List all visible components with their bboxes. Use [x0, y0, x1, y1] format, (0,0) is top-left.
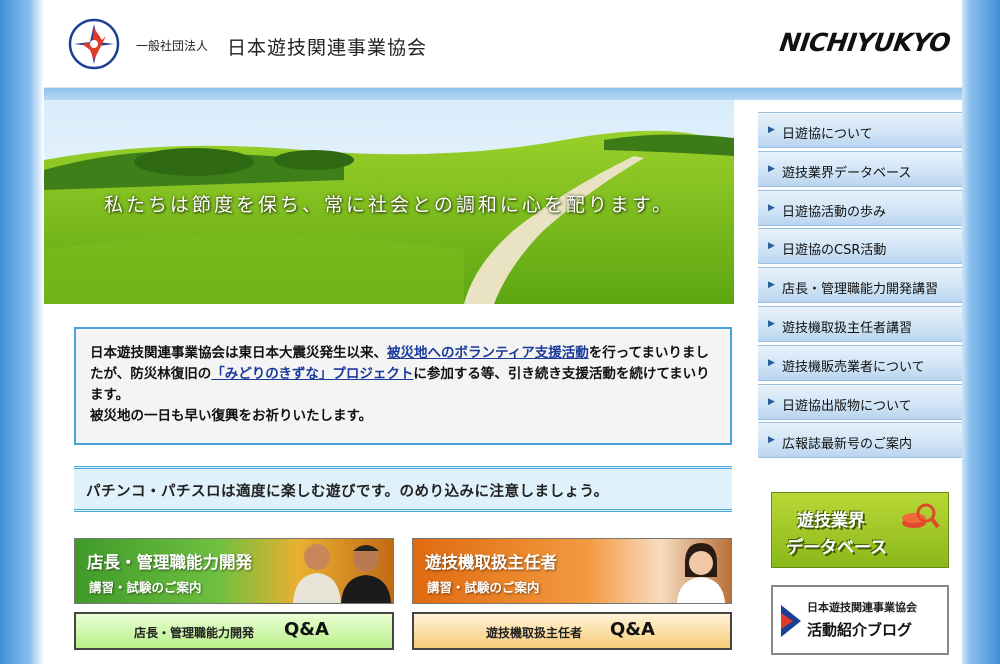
- sidebar-item-label: 遊技業界データベース: [782, 165, 912, 181]
- hero-image: 私たちは節度を保ち、常に社会との調和に心を配ります。: [44, 100, 734, 304]
- sidebar-item-label: 日遊協出版物について: [782, 398, 912, 414]
- manager-course-title: 店長・管理職能力開発: [87, 553, 252, 572]
- sidebar-item-publications[interactable]: ▶ 日遊協出版物について: [758, 383, 962, 420]
- midori-kizuna-link[interactable]: 「みどりのきずな」プロジェクト: [211, 366, 413, 382]
- play-responsibly-bar: パチンコ・パチスロは適度に楽しむ遊びです。のめり込みに注意しましょう。: [74, 466, 732, 512]
- sidebar-item-label: 店長・管理職能力開発講習: [782, 282, 939, 298]
- database-banner-line2: データベース: [786, 538, 888, 558]
- org-prefix: 一般社団法人: [136, 39, 209, 53]
- chief-course-sub: 講習・試験のご案内: [427, 580, 540, 595]
- arrow-right-icon: ▶: [768, 396, 775, 407]
- sidebar-item-label: 遊技機販売業者について: [782, 359, 925, 375]
- chief-qa-mark: Q&A: [610, 619, 655, 640]
- notice-box: 日本遊技関連事業協会は東日本大震災発生以来、被災地へのボランティア支援活動を行っ…: [74, 327, 732, 445]
- arrow-right-icon: ▶: [768, 357, 775, 368]
- sidebar-item-database[interactable]: ▶ 遊技業界データベース: [758, 150, 962, 187]
- sidebar-item-newsletter[interactable]: ▶ 広報誌最新号のご案内: [758, 422, 962, 459]
- chief-course-title: 遊技機取扱主任者: [425, 553, 557, 572]
- chief-qa-label: 遊技機取扱主任者: [486, 626, 583, 640]
- sidebar-item-manager-course[interactable]: ▶ 店長・管理職能力開発講習: [758, 267, 962, 304]
- manager-course-sub: 講習・試験のご案内: [89, 580, 202, 595]
- sidebar-item-label: 日遊協のCSR活動: [782, 243, 887, 259]
- sidebar-item-label: 遊技機取扱主任者講習: [782, 320, 913, 336]
- sidebar-item-chief-course[interactable]: ▶ 遊技機取扱主任者講習: [758, 305, 962, 342]
- sidebar-item-label: 日遊協について: [782, 127, 873, 142]
- sidebar-item-about[interactable]: ▶ 日遊協について: [758, 112, 962, 148]
- arrow-right-icon: ▶: [768, 202, 775, 213]
- sidebar-item-label: 日遊協活動の歩み: [782, 204, 887, 220]
- activity-blog-banner[interactable]: 日本遊技関連事業協会 活動紹介ブログ: [771, 585, 949, 655]
- header-divider-band: [44, 88, 962, 100]
- notice-text-4: 被災地の一日も早い復興をお祈りいたします。: [90, 408, 373, 424]
- blog-banner-org: 日本遊技関連事業協会: [807, 601, 917, 614]
- arrow-right-icon: ▶: [768, 241, 775, 252]
- sidebar-item-history[interactable]: ▶ 日遊協活動の歩み: [758, 189, 962, 226]
- arrow-right-icon: ▶: [768, 163, 775, 174]
- play-responsibly-text: パチンコ・パチスロは適度に楽しむ遊びです。のめり込みに注意しましょう。: [86, 484, 609, 500]
- manager-qa-label: 店長・管理職能力開発: [134, 626, 255, 640]
- brand-logo[interactable]: NICHIYUKYO: [778, 28, 952, 57]
- sidebar-nav: ▶ 日遊協について ▶ 遊技業界データベース ▶ 日遊協活動の歩み ▶ 日遊協のCSR活…: [758, 112, 962, 461]
- blog-logo-icon: [781, 605, 801, 637]
- arrow-right-icon: ▶: [768, 318, 775, 329]
- database-banner-line1: 遊技業界: [797, 511, 865, 531]
- notice-text-1: 日本遊技関連事業協会は東日本大震災発生以来、: [90, 345, 387, 361]
- arrow-right-icon: ▶: [768, 435, 775, 446]
- sidebar-item-csr[interactable]: ▶ 日遊協のCSR活動: [758, 228, 962, 265]
- site-header: 一般社団法人 日本遊技関連事業協会 NICHIYUKYO: [44, 0, 962, 88]
- man-photo-icon-2: [341, 545, 391, 603]
- sidebar-item-label: 広報誌最新号のご案内: [782, 437, 913, 453]
- chief-course-banner[interactable]: 遊技機取扱主任者 講習・試験のご案内: [412, 538, 732, 604]
- org-name[interactable]: 日本遊技関連事業協会: [227, 33, 427, 60]
- sidebar-item-dealers[interactable]: ▶ 遊技機販売業者について: [758, 344, 962, 381]
- association-logo-icon[interactable]: [68, 18, 120, 70]
- woman-photo-icon: [677, 543, 725, 603]
- page: 一般社団法人 日本遊技関連事業協会 NICHIYUKYO 私たちは節度を保ち、常…: [44, 0, 962, 664]
- magnifier-icon: [902, 503, 940, 529]
- hero-slogan: 私たちは節度を保ち、常に社会との調和に心を配ります。: [104, 194, 674, 216]
- arrow-right-icon: ▶: [768, 280, 775, 291]
- manager-qa-mark: Q&A: [284, 619, 329, 640]
- blog-banner-title: 活動紹介ブログ: [807, 621, 913, 639]
- industry-database-banner[interactable]: 遊技業界 データベース: [771, 492, 949, 568]
- manager-qa-button[interactable]: 店長・管理職能力開発 Q&A: [74, 612, 394, 650]
- arrow-right-icon: ▶: [768, 125, 775, 135]
- chief-qa-button[interactable]: 遊技機取扱主任者 Q&A: [412, 612, 732, 650]
- manager-course-banner[interactable]: 店長・管理職能力開発 講習・試験のご案内: [74, 538, 394, 604]
- notice-paragraph: 日本遊技関連事業協会は東日本大震災発生以来、被災地へのボランティア支援活動を行っ…: [90, 343, 716, 427]
- volunteer-support-link[interactable]: 被災地へのボランティア支援活動: [387, 345, 589, 361]
